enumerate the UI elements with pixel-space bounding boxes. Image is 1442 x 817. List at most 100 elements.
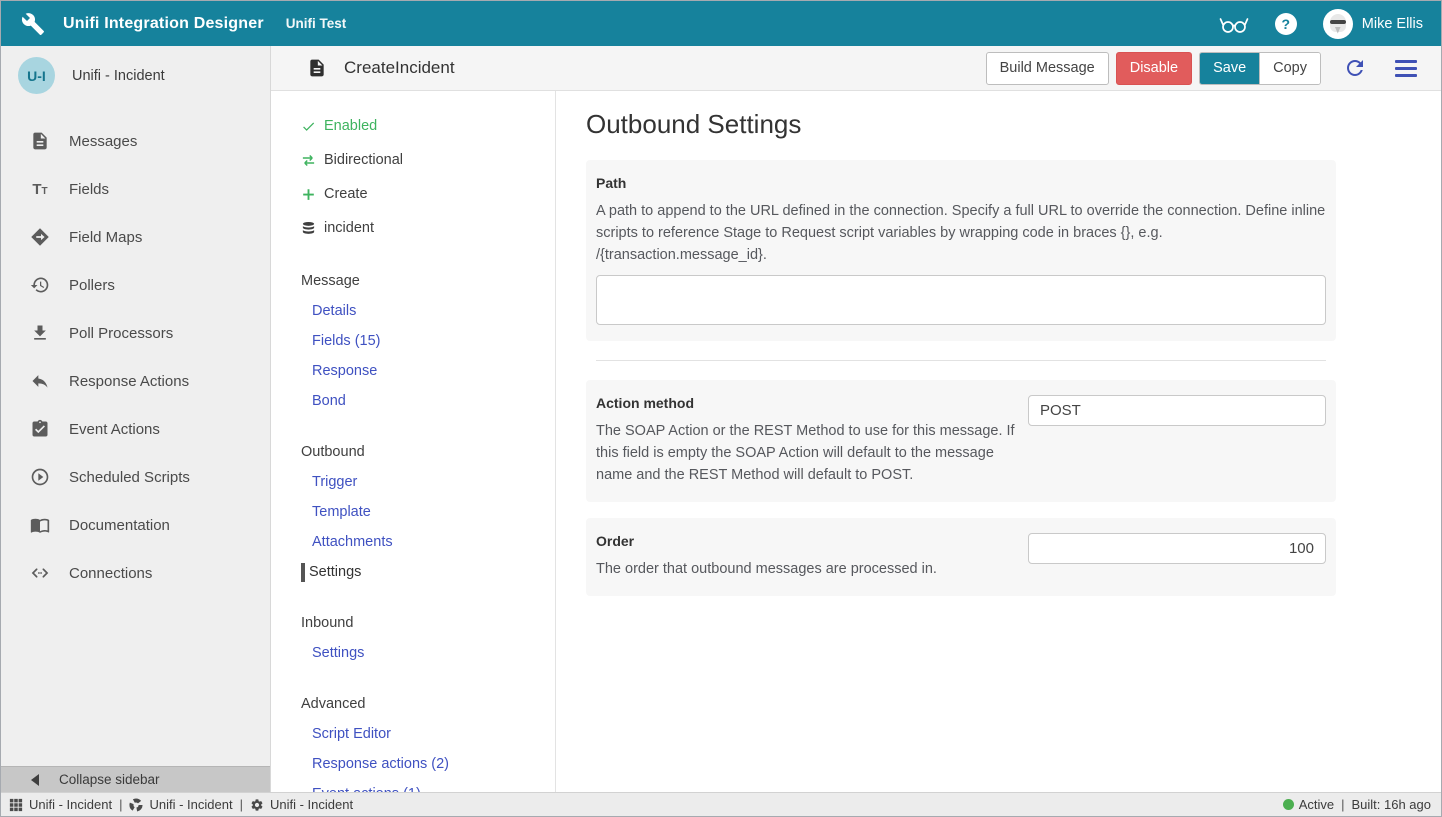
section-divider [596,360,1326,361]
document-icon [30,131,50,151]
order-description: The order that outbound messages are pro… [596,558,1016,580]
hamburger-icon [1395,60,1417,63]
app-title: Unifi Integration Designer [63,15,264,33]
refresh-button[interactable] [1343,56,1367,80]
collapse-arrow-icon [31,774,39,786]
sidebar-item-event-actions[interactable]: Event Actions [1,405,270,453]
statusbar-item-settings[interactable]: Unifi - Incident [250,797,353,812]
bidirectional-arrows-icon [301,153,316,168]
message-name: CreateIncident [344,58,455,78]
save-copy-group: Save Copy [1199,52,1321,85]
play-circle-icon [30,467,50,487]
nav-link-details[interactable]: Details [301,296,555,326]
path-field-panel: Path A path to append to the URL defined… [586,160,1336,341]
glasses-icon[interactable] [1219,14,1249,34]
action-method-input[interactable] [1028,395,1326,426]
copy-button[interactable]: Copy [1259,53,1320,84]
clipboard-check-icon [30,419,50,439]
statusbar-item-integration[interactable]: Unifi - Incident [129,797,232,812]
user-menu[interactable]: Mike Ellis [1323,9,1423,39]
active-indicator [301,563,305,582]
build-message-button[interactable]: Build Message [986,52,1109,85]
nav-link-template[interactable]: Template [301,497,555,527]
app-window: Unifi Integration Designer Unifi Test ? … [0,0,1442,817]
nav-link-response[interactable]: Response [301,356,555,386]
sidebar-item-messages[interactable]: Messages [1,117,270,165]
path-label: Path [596,175,1326,191]
user-name: Mike Ellis [1362,16,1423,32]
wrench-icon [21,12,45,36]
status-create[interactable]: Create [301,177,555,211]
sidebar-item-response-actions[interactable]: Response Actions [1,357,270,405]
reply-arrow-icon [30,371,50,391]
diamond-arrow-icon [30,227,50,247]
nav-link-trigger[interactable]: Trigger [301,467,555,497]
active-status-dot [1283,799,1294,810]
message-document-icon [307,58,327,78]
nav-link-response-actions[interactable]: Response actions (2) [301,749,555,779]
code-brackets-icon [30,563,50,583]
environment-label: Unifi Test [286,16,347,31]
path-input[interactable] [596,275,1326,325]
integration-avatar: U-I [18,57,55,94]
status-bidirectional[interactable]: Bidirectional [301,143,555,177]
status-target-table[interactable]: incident [301,211,555,245]
help-icon[interactable]: ? [1275,13,1297,35]
wheel-icon [129,798,143,812]
database-icon [301,221,316,236]
action-method-label: Action method [596,395,1016,411]
sidebar-item-connections[interactable]: Connections [1,549,270,597]
grid-icon [9,798,23,812]
built-label: Built: 16h ago [1351,797,1431,812]
order-panel: Order The order that outbound messages a… [586,518,1336,596]
nav-section-advanced: Advanced [301,689,555,719]
nav-link-fields[interactable]: Fields (15) [301,326,555,356]
sidebar: U-I Unifi - Incident Messages TT Fields … [1,46,271,792]
history-clock-icon [30,275,50,295]
main-content: Outbound Settings Path A path to append … [556,91,1441,792]
nav-link-attachments[interactable]: Attachments [301,527,555,557]
order-label: Order [596,533,1016,549]
sidebar-item-poll-processors[interactable]: Poll Processors [1,309,270,357]
topbar: Unifi Integration Designer Unifi Test ? … [1,1,1441,46]
sidebar-item-field-maps[interactable]: Field Maps [1,213,270,261]
plus-icon [301,187,316,202]
avatar [1323,9,1353,39]
status-enabled[interactable]: Enabled [301,109,555,143]
page-title: Outbound Settings [586,109,1441,140]
refresh-icon [1343,56,1367,80]
gear-icon [250,798,264,812]
menu-button[interactable] [1395,60,1417,77]
nav-section-inbound: Inbound [301,608,555,638]
integration-brand[interactable]: U-I Unifi - Incident [1,46,270,105]
nav-link-inbound-settings[interactable]: Settings [301,638,555,668]
sidebar-item-scheduled-scripts[interactable]: Scheduled Scripts [1,453,270,501]
check-icon [301,119,316,134]
nav-section-outbound: Outbound [301,437,555,467]
order-input[interactable] [1028,533,1326,564]
disable-button[interactable]: Disable [1116,52,1192,85]
nav-link-event-actions[interactable]: Event actions (1) [301,779,555,792]
nav-link-bond[interactable]: Bond [301,386,555,416]
message-nav: Enabled Bidirectional Create incident [271,91,556,792]
nav-section-message: Message [301,266,555,296]
open-book-icon [30,515,50,535]
active-status-label: Active [1299,797,1334,812]
collapse-sidebar-button[interactable]: Collapse sidebar [1,766,270,792]
sidebar-item-pollers[interactable]: Pollers [1,261,270,309]
save-button[interactable]: Save [1200,53,1259,84]
download-icon [30,323,50,343]
statusbar-item-apps[interactable]: Unifi - Incident [9,797,112,812]
integration-name: Unifi - Incident [72,68,165,84]
action-method-panel: Action method The SOAP Action or the RES… [586,380,1336,502]
sidebar-menu: Messages TT Fields Field Maps Pollers Po… [1,117,270,597]
path-description: A path to append to the URL defined in t… [596,200,1326,266]
sidebar-item-fields[interactable]: TT Fields [1,165,270,213]
nav-link-outbound-settings[interactable]: Settings [301,557,555,587]
nav-link-script-editor[interactable]: Script Editor [301,719,555,749]
sidebar-item-documentation[interactable]: Documentation [1,501,270,549]
message-header: CreateIncident Build Message Disable Sav… [271,46,1441,91]
statusbar: Unifi - Incident | Unifi - Incident | Un… [1,792,1441,816]
action-method-description: The SOAP Action or the REST Method to us… [596,420,1016,486]
text-fields-icon: TT [30,181,50,198]
